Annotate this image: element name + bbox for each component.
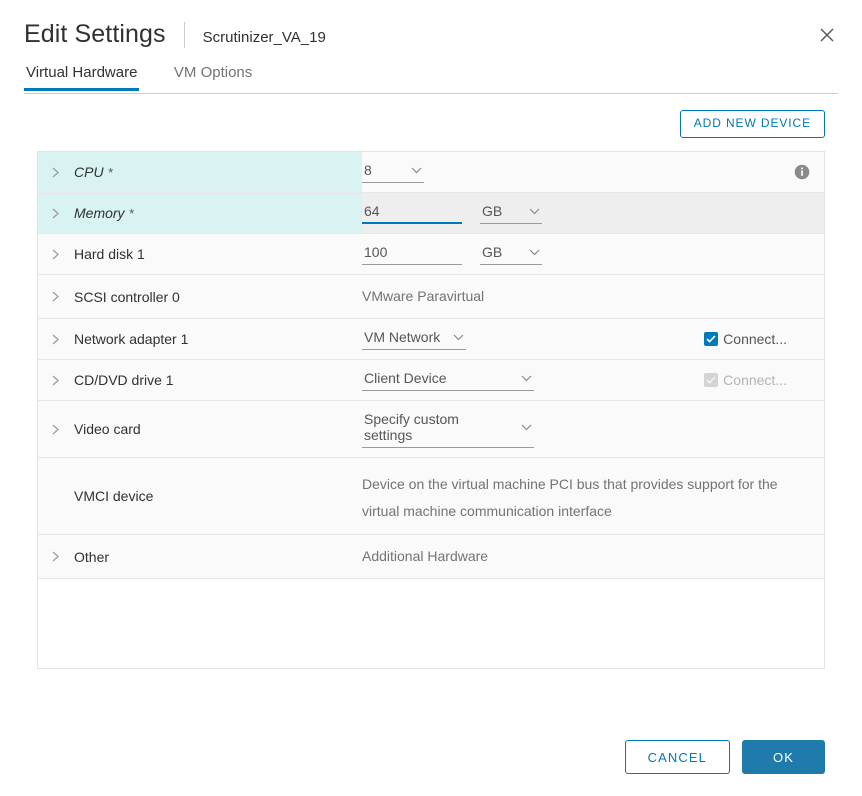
cddvd-device-value: Client Device: [364, 370, 447, 386]
network-select[interactable]: VM Network: [362, 328, 466, 350]
row-label-cell: Hard disk 1: [38, 234, 362, 274]
close-icon[interactable]: [814, 22, 840, 48]
cpu-count-select[interactable]: 8: [362, 161, 424, 183]
cddvd-device-select[interactable]: Client Device: [362, 369, 534, 391]
tab-vm-options[interactable]: VM Options: [172, 64, 254, 90]
chevron-down-icon: [521, 424, 532, 431]
video-card-value: Specify custom settings: [364, 411, 459, 443]
row-label-cell: SCSI controller 0: [38, 275, 362, 318]
row-label-cell: Network adapter 1: [38, 319, 362, 359]
required-marker: *: [128, 205, 134, 221]
memory-unit-select[interactable]: GB: [480, 202, 542, 224]
row-value-cell: Device on the virtual machine PCI bus th…: [362, 458, 824, 534]
dialog-header: Edit Settings Scrutinizer_VA_19: [0, 0, 862, 48]
row-label: Network adapter 1: [74, 331, 189, 347]
table-row-memory[interactable]: Memory * GB: [38, 193, 824, 234]
chevron-right-icon[interactable]: [52, 208, 66, 219]
chevron-down-icon: [529, 249, 540, 256]
cancel-button[interactable]: CANCEL: [624, 740, 731, 774]
chevron-down-icon: [411, 167, 422, 174]
row-label: Memory: [74, 205, 125, 221]
checkbox-checked-icon: [704, 332, 719, 346]
hard-disk-unit-value: GB: [482, 244, 503, 260]
table-row-vmci-device: VMCI device Device on the virtual machin…: [38, 458, 824, 535]
chevron-down-icon: [521, 375, 532, 382]
row-value-cell: Client Device Connect...: [362, 360, 824, 400]
chevron-right-icon[interactable]: [52, 167, 66, 178]
hard-disk-unit-select[interactable]: GB: [480, 243, 542, 265]
scsi-controller-value: VMware Paravirtual: [362, 288, 485, 304]
row-value-cell: 8: [362, 152, 824, 192]
vm-name: Scrutinizer_VA_19: [202, 29, 326, 46]
network-value: VM Network: [364, 329, 441, 345]
chevron-right-icon[interactable]: [52, 424, 66, 435]
add-new-device-button[interactable]: ADD NEW DEVICE: [679, 110, 825, 138]
info-icon[interactable]: [794, 164, 810, 180]
chevron-down-icon: [529, 208, 540, 215]
page-title: Edit Settings: [24, 20, 166, 48]
cddvd-connect-label: Connect...: [723, 372, 787, 388]
network-connect-label: Connect...: [723, 331, 787, 347]
cpu-count-value: 8: [364, 162, 372, 178]
tab-bar-divider: [24, 93, 838, 94]
row-label: SCSI controller 0: [74, 288, 180, 305]
row-value-cell: GB: [362, 234, 824, 274]
hard-disk-size-field[interactable]: [362, 243, 462, 265]
ok-button[interactable]: OK: [742, 740, 825, 774]
table-row-cddvd-drive[interactable]: CD/DVD drive 1 Client Device Connect...: [38, 360, 824, 401]
video-card-select[interactable]: Specify custom settings: [362, 410, 534, 448]
row-label-cell: Other: [38, 535, 362, 578]
title-divider: [183, 22, 185, 48]
required-marker: *: [107, 164, 113, 180]
device-table: CPU * 8 Memory * 64 GB Hard disk 1 100 G…: [37, 151, 825, 669]
hard-disk-size-input[interactable]: [364, 244, 460, 260]
dialog-footer: CANCEL OK: [0, 740, 862, 796]
table-row-cpu[interactable]: CPU * 8: [38, 152, 824, 193]
row-label-cell: CD/DVD drive 1: [38, 360, 362, 400]
row-label-cell: Video card: [38, 401, 362, 457]
tab-virtual-hardware[interactable]: Virtual Hardware: [24, 64, 140, 91]
memory-size-input[interactable]: [364, 203, 460, 219]
row-value-cell: GB: [362, 193, 824, 233]
toolbar: ADD NEW DEVICE: [0, 94, 862, 138]
chevron-right-icon[interactable]: [52, 334, 66, 345]
row-value-cell: VMware Paravirtual: [362, 275, 824, 318]
memory-size-field[interactable]: [362, 202, 462, 224]
table-row-video-card[interactable]: Video card Specify custom settings: [38, 401, 824, 458]
row-label: VMCI device: [74, 488, 154, 504]
chevron-right-icon[interactable]: [52, 551, 66, 562]
checkbox-checked-disabled-icon: [704, 373, 719, 387]
network-connect-checkbox[interactable]: Connect...: [704, 331, 787, 347]
row-value-cell: Additional Hardware: [362, 535, 824, 578]
row-label: CD/DVD drive 1: [74, 372, 174, 388]
chevron-right-icon[interactable]: [52, 375, 66, 386]
vmci-device-description: Device on the virtual machine PCI bus th…: [362, 476, 778, 519]
row-label-cell: Memory *: [38, 193, 362, 233]
table-row-scsi-controller[interactable]: SCSI controller 0 VMware Paravirtual: [38, 275, 824, 319]
row-value-cell: Specify custom settings: [362, 401, 824, 457]
row-label: Other: [74, 548, 110, 565]
row-value-cell: VM Network Connect...: [362, 319, 824, 359]
row-label: Hard disk 1: [74, 246, 145, 262]
table-row-other[interactable]: Other Additional Hardware: [38, 535, 824, 579]
row-label-cell: CPU *: [38, 152, 362, 192]
cddvd-connect-checkbox: Connect...: [704, 372, 787, 388]
edit-settings-dialog: Edit Settings Scrutinizer_VA_19 Virtual …: [0, 0, 862, 796]
memory-unit-value: GB: [482, 203, 503, 219]
row-label: CPU: [74, 164, 104, 180]
chevron-right-icon[interactable]: [52, 291, 66, 302]
chevron-down-icon: [453, 334, 464, 341]
table-row-hard-disk[interactable]: Hard disk 1 GB: [38, 234, 824, 275]
tab-bar: Virtual Hardware VM Options: [0, 64, 862, 94]
chevron-right-icon[interactable]: [52, 249, 66, 260]
title-row: Edit Settings Scrutinizer_VA_19: [24, 20, 838, 48]
table-row-network-adapter[interactable]: Network adapter 1 VM Network Connect...: [38, 319, 824, 360]
other-value: Additional Hardware: [362, 548, 489, 564]
row-label-cell: VMCI device: [38, 458, 362, 534]
row-label: Video card: [74, 421, 141, 437]
